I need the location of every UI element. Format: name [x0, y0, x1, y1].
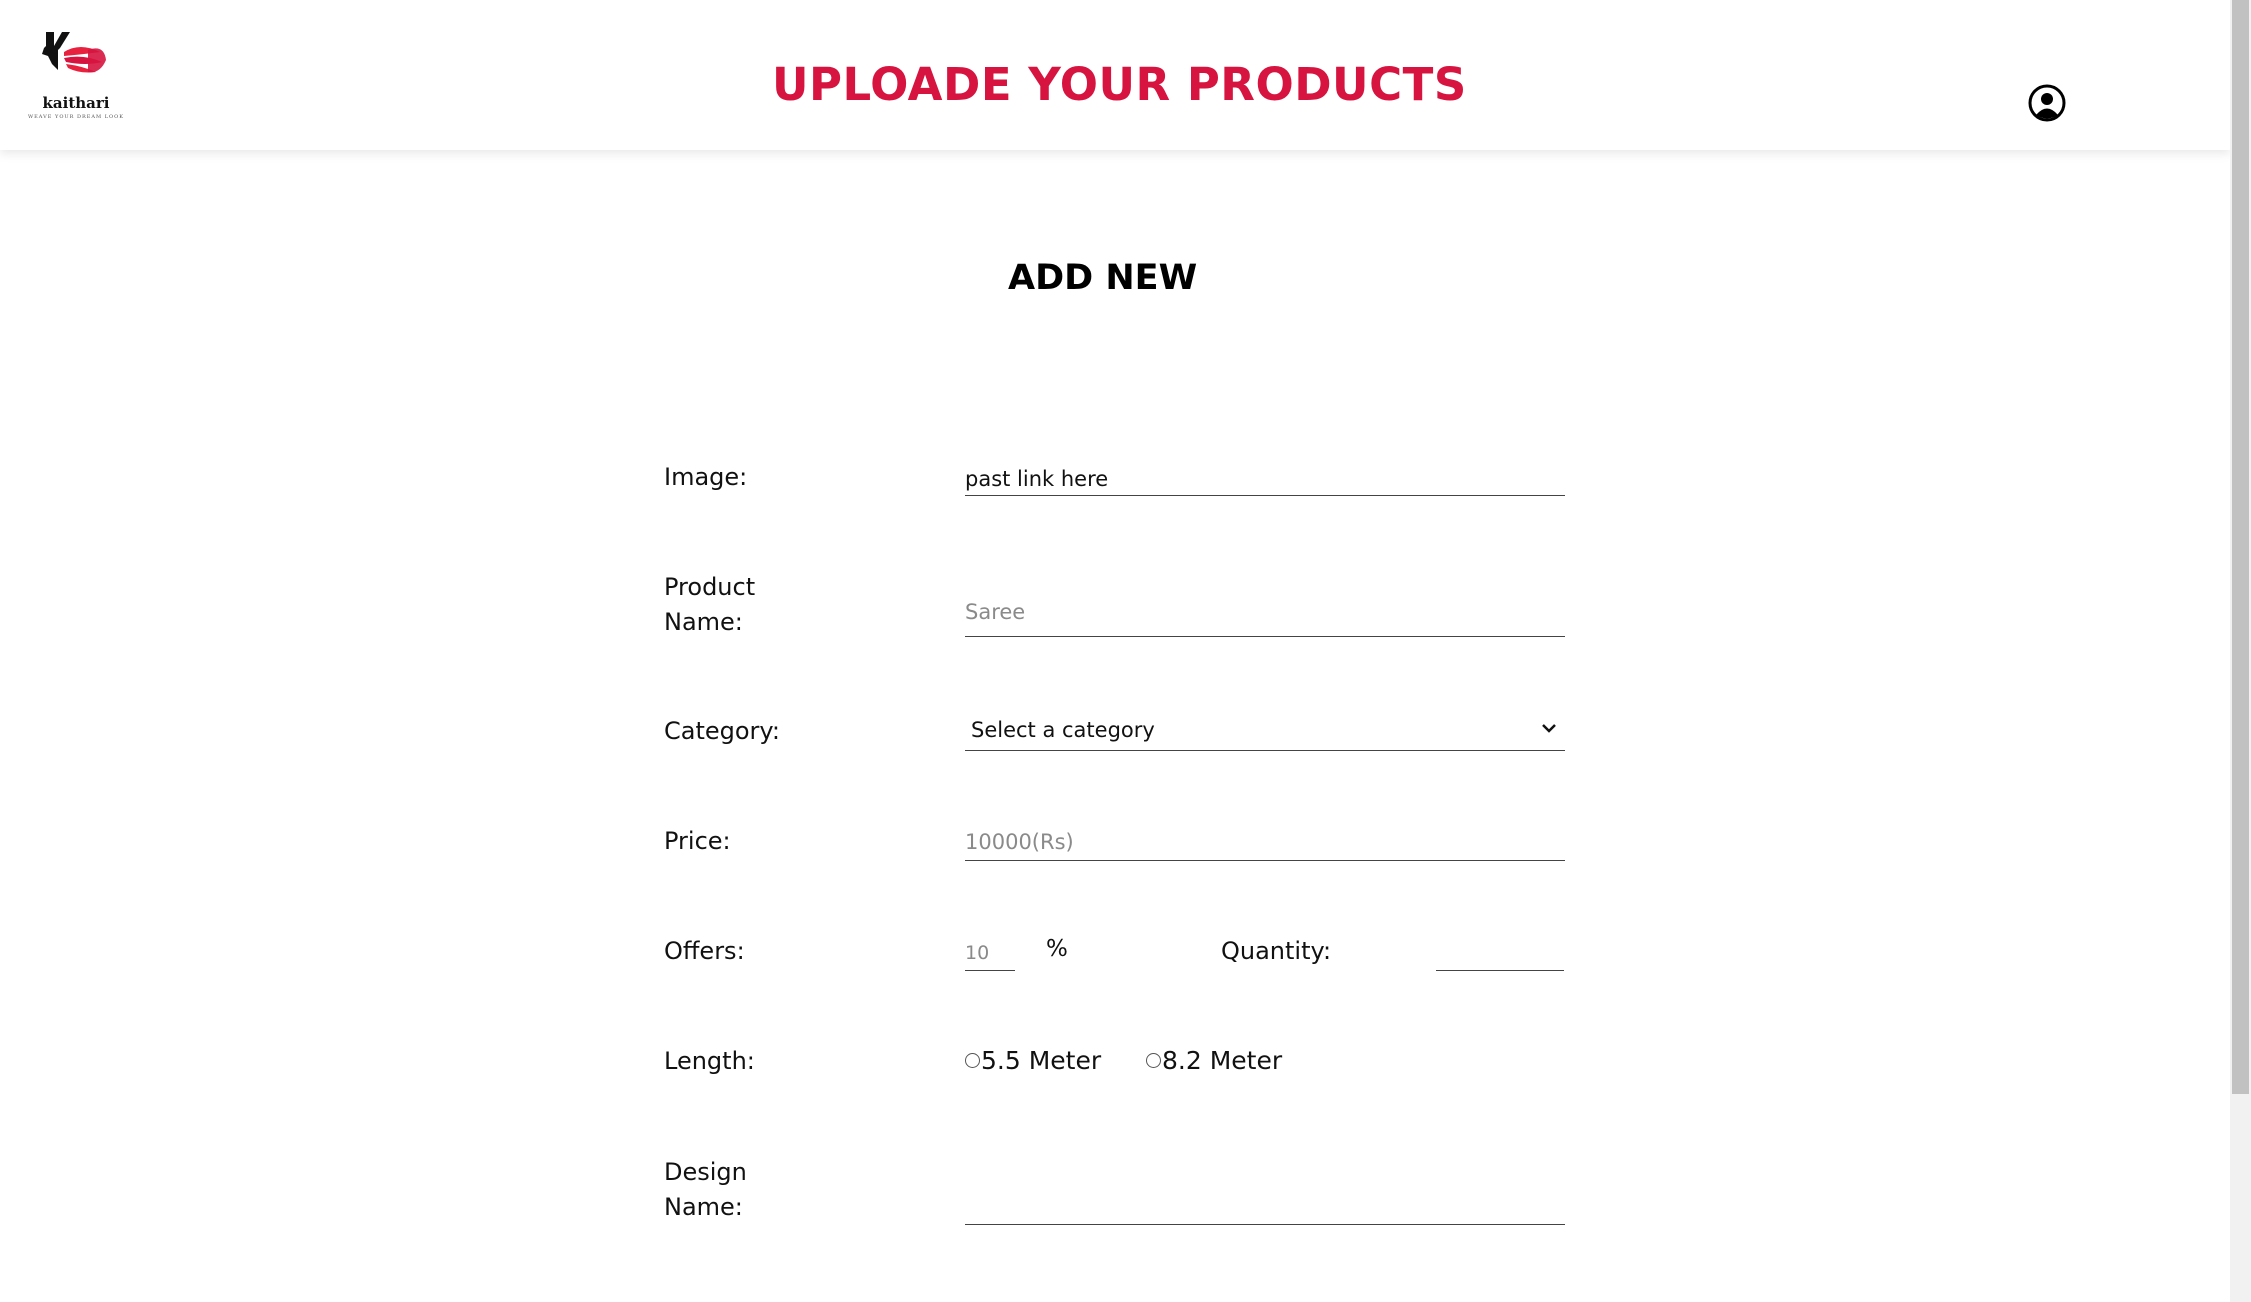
quantity-label: Quantity: [1221, 937, 1332, 965]
length-option-label: 8.2 Meter [1162, 1046, 1283, 1075]
user-circle-icon [2028, 84, 2066, 122]
category-label: Category: [664, 717, 780, 745]
product-name-label-line2: Name: [664, 608, 743, 636]
design-name-label: Design Name: [664, 1155, 814, 1225]
design-name-label-line2: Name: [664, 1193, 743, 1221]
radio-button[interactable] [1146, 1053, 1161, 1068]
product-name-label-line1: Product [664, 573, 756, 601]
page-title: UPLOADE YOUR PRODUCTS [772, 58, 1467, 111]
page: kaithari WEAVE YOUR DREAM LOOK UPLOADE Y… [0, 0, 2230, 1302]
brand-logo[interactable]: kaithari WEAVE YOUR DREAM LOOK [28, 26, 124, 126]
brand-logo-mark [42, 32, 106, 73]
price-label: Price: [664, 827, 731, 855]
image-label: Image: [664, 463, 748, 491]
length-label: Length: [664, 1047, 755, 1075]
brand-name: kaithari [42, 94, 110, 112]
price-input[interactable] [965, 826, 1565, 861]
design-name-input[interactable] [965, 1176, 1565, 1225]
length-option-5-5[interactable]: 5.5 Meter [965, 1046, 1101, 1075]
brand-tagline: WEAVE YOUR DREAM LOOK [28, 114, 124, 120]
image-link-input[interactable] [965, 465, 1565, 496]
radio-button[interactable] [965, 1053, 980, 1068]
category-select-value: Select a category [971, 718, 1155, 742]
offers-label: Offers: [664, 937, 745, 965]
top-header: kaithari WEAVE YOUR DREAM LOOK UPLOADE Y… [0, 0, 2230, 150]
product-name-input[interactable] [965, 590, 1565, 637]
form-heading: ADD NEW [1008, 258, 1198, 298]
design-name-label-line1: Design [664, 1158, 747, 1186]
scrollbar-thumb[interactable] [2232, 0, 2249, 1094]
offers-input[interactable] [965, 938, 1015, 971]
length-option-8-2[interactable]: 8.2 Meter [1146, 1046, 1282, 1075]
category-select[interactable]: Select a category [965, 712, 1565, 751]
product-name-label: Product Name: [664, 570, 814, 640]
quantity-input[interactable] [1436, 938, 1564, 971]
chevron-down-icon [1542, 724, 1556, 733]
user-profile-button[interactable] [2028, 84, 2066, 122]
percent-symbol: % [1046, 936, 1068, 962]
vertical-scrollbar[interactable] [2230, 0, 2251, 1302]
length-option-label: 5.5 Meter [981, 1046, 1102, 1075]
